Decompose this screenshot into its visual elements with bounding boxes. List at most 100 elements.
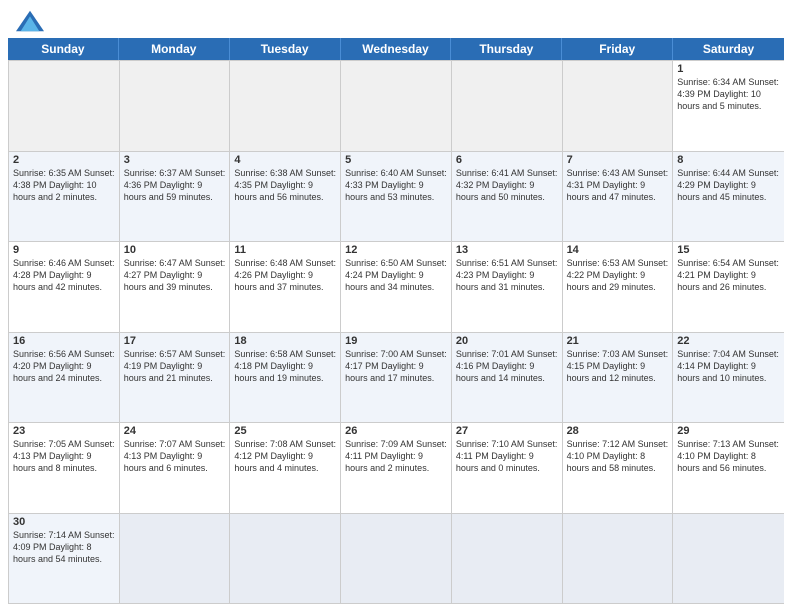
day-header-sunday: Sunday bbox=[8, 38, 119, 60]
day-cell-4: 4Sunrise: 6:38 AM Sunset: 4:35 PM Daylig… bbox=[230, 152, 341, 242]
day-cell-22: 22Sunrise: 7:04 AM Sunset: 4:14 PM Dayli… bbox=[673, 333, 784, 423]
day-cell-14: 14Sunrise: 6:53 AM Sunset: 4:22 PM Dayli… bbox=[563, 242, 674, 332]
day-cell-empty bbox=[230, 514, 341, 604]
day-cell-empty bbox=[673, 514, 784, 604]
day-info: Sunrise: 6:37 AM Sunset: 4:36 PM Dayligh… bbox=[124, 167, 226, 203]
day-number: 5 bbox=[345, 154, 447, 166]
day-cell-7: 7Sunrise: 6:43 AM Sunset: 4:31 PM Daylig… bbox=[563, 152, 674, 242]
day-number: 1 bbox=[677, 63, 780, 75]
day-info: Sunrise: 6:48 AM Sunset: 4:26 PM Dayligh… bbox=[234, 257, 336, 293]
logo bbox=[16, 10, 44, 32]
day-number: 7 bbox=[567, 154, 669, 166]
weeks: 1Sunrise: 6:34 AM Sunset: 4:39 PM Daylig… bbox=[8, 60, 784, 604]
day-number: 22 bbox=[677, 335, 780, 347]
day-number: 24 bbox=[124, 425, 226, 437]
day-number: 19 bbox=[345, 335, 447, 347]
day-cell-26: 26Sunrise: 7:09 AM Sunset: 4:11 PM Dayli… bbox=[341, 423, 452, 513]
day-cell-27: 27Sunrise: 7:10 AM Sunset: 4:11 PM Dayli… bbox=[452, 423, 563, 513]
day-number: 13 bbox=[456, 244, 558, 256]
day-info: Sunrise: 7:13 AM Sunset: 4:10 PM Dayligh… bbox=[677, 438, 780, 474]
day-cell-2: 2Sunrise: 6:35 AM Sunset: 4:38 PM Daylig… bbox=[9, 152, 120, 242]
day-number: 15 bbox=[677, 244, 780, 256]
day-header-thursday: Thursday bbox=[451, 38, 562, 60]
day-info: Sunrise: 6:50 AM Sunset: 4:24 PM Dayligh… bbox=[345, 257, 447, 293]
day-cell-11: 11Sunrise: 6:48 AM Sunset: 4:26 PM Dayli… bbox=[230, 242, 341, 332]
day-cell-8: 8Sunrise: 6:44 AM Sunset: 4:29 PM Daylig… bbox=[673, 152, 784, 242]
day-number: 21 bbox=[567, 335, 669, 347]
day-cell-18: 18Sunrise: 6:58 AM Sunset: 4:18 PM Dayli… bbox=[230, 333, 341, 423]
day-info: Sunrise: 6:46 AM Sunset: 4:28 PM Dayligh… bbox=[13, 257, 115, 293]
day-info: Sunrise: 7:05 AM Sunset: 4:13 PM Dayligh… bbox=[13, 438, 115, 474]
week-row: 2Sunrise: 6:35 AM Sunset: 4:38 PM Daylig… bbox=[9, 151, 784, 242]
day-number: 28 bbox=[567, 425, 669, 437]
day-info: Sunrise: 6:34 AM Sunset: 4:39 PM Dayligh… bbox=[677, 76, 780, 112]
day-cell-empty bbox=[341, 514, 452, 604]
day-header-monday: Monday bbox=[119, 38, 230, 60]
app-container: SundayMondayTuesdayWednesdayThursdayFrid… bbox=[0, 0, 792, 612]
day-info: Sunrise: 7:04 AM Sunset: 4:14 PM Dayligh… bbox=[677, 348, 780, 384]
day-info: Sunrise: 6:51 AM Sunset: 4:23 PM Dayligh… bbox=[456, 257, 558, 293]
header bbox=[0, 0, 792, 38]
calendar: SundayMondayTuesdayWednesdayThursdayFrid… bbox=[0, 38, 792, 612]
day-info: Sunrise: 7:01 AM Sunset: 4:16 PM Dayligh… bbox=[456, 348, 558, 384]
day-cell-12: 12Sunrise: 6:50 AM Sunset: 4:24 PM Dayli… bbox=[341, 242, 452, 332]
day-info: Sunrise: 6:56 AM Sunset: 4:20 PM Dayligh… bbox=[13, 348, 115, 384]
day-number: 14 bbox=[567, 244, 669, 256]
day-cell-empty bbox=[230, 61, 341, 151]
day-cell-empty bbox=[452, 61, 563, 151]
day-number: 25 bbox=[234, 425, 336, 437]
day-number: 3 bbox=[124, 154, 226, 166]
day-cell-empty bbox=[563, 514, 674, 604]
day-cell-3: 3Sunrise: 6:37 AM Sunset: 4:36 PM Daylig… bbox=[120, 152, 231, 242]
day-number: 2 bbox=[13, 154, 115, 166]
day-number: 9 bbox=[13, 244, 115, 256]
day-cell-6: 6Sunrise: 6:41 AM Sunset: 4:32 PM Daylig… bbox=[452, 152, 563, 242]
day-info: Sunrise: 7:12 AM Sunset: 4:10 PM Dayligh… bbox=[567, 438, 669, 474]
day-cell-empty bbox=[120, 514, 231, 604]
day-info: Sunrise: 7:07 AM Sunset: 4:13 PM Dayligh… bbox=[124, 438, 226, 474]
day-cell-empty bbox=[120, 61, 231, 151]
day-info: Sunrise: 6:38 AM Sunset: 4:35 PM Dayligh… bbox=[234, 167, 336, 203]
day-info: Sunrise: 6:43 AM Sunset: 4:31 PM Dayligh… bbox=[567, 167, 669, 203]
day-header-friday: Friday bbox=[562, 38, 673, 60]
day-number: 8 bbox=[677, 154, 780, 166]
day-cell-empty bbox=[452, 514, 563, 604]
day-info: Sunrise: 7:09 AM Sunset: 4:11 PM Dayligh… bbox=[345, 438, 447, 474]
day-number: 11 bbox=[234, 244, 336, 256]
day-cell-28: 28Sunrise: 7:12 AM Sunset: 4:10 PM Dayli… bbox=[563, 423, 674, 513]
day-cell-17: 17Sunrise: 6:57 AM Sunset: 4:19 PM Dayli… bbox=[120, 333, 231, 423]
day-number: 18 bbox=[234, 335, 336, 347]
day-info: Sunrise: 7:00 AM Sunset: 4:17 PM Dayligh… bbox=[345, 348, 447, 384]
day-cell-5: 5Sunrise: 6:40 AM Sunset: 4:33 PM Daylig… bbox=[341, 152, 452, 242]
week-row: 9Sunrise: 6:46 AM Sunset: 4:28 PM Daylig… bbox=[9, 241, 784, 332]
day-cell-29: 29Sunrise: 7:13 AM Sunset: 4:10 PM Dayli… bbox=[673, 423, 784, 513]
week-row: 30Sunrise: 7:14 AM Sunset: 4:09 PM Dayli… bbox=[9, 513, 784, 604]
logo-icon bbox=[16, 10, 44, 32]
day-info: Sunrise: 6:54 AM Sunset: 4:21 PM Dayligh… bbox=[677, 257, 780, 293]
day-info: Sunrise: 6:41 AM Sunset: 4:32 PM Dayligh… bbox=[456, 167, 558, 203]
day-info: Sunrise: 7:10 AM Sunset: 4:11 PM Dayligh… bbox=[456, 438, 558, 474]
day-number: 20 bbox=[456, 335, 558, 347]
week-row: 16Sunrise: 6:56 AM Sunset: 4:20 PM Dayli… bbox=[9, 332, 784, 423]
day-cell-empty bbox=[9, 61, 120, 151]
day-cell-empty bbox=[563, 61, 674, 151]
day-cell-20: 20Sunrise: 7:01 AM Sunset: 4:16 PM Dayli… bbox=[452, 333, 563, 423]
day-info: Sunrise: 6:40 AM Sunset: 4:33 PM Dayligh… bbox=[345, 167, 447, 203]
day-number: 26 bbox=[345, 425, 447, 437]
day-info: Sunrise: 6:35 AM Sunset: 4:38 PM Dayligh… bbox=[13, 167, 115, 203]
day-header-wednesday: Wednesday bbox=[341, 38, 452, 60]
day-number: 4 bbox=[234, 154, 336, 166]
day-info: Sunrise: 7:08 AM Sunset: 4:12 PM Dayligh… bbox=[234, 438, 336, 474]
day-cell-24: 24Sunrise: 7:07 AM Sunset: 4:13 PM Dayli… bbox=[120, 423, 231, 513]
day-header-saturday: Saturday bbox=[673, 38, 784, 60]
day-info: Sunrise: 6:44 AM Sunset: 4:29 PM Dayligh… bbox=[677, 167, 780, 203]
day-cell-15: 15Sunrise: 6:54 AM Sunset: 4:21 PM Dayli… bbox=[673, 242, 784, 332]
day-info: Sunrise: 6:58 AM Sunset: 4:18 PM Dayligh… bbox=[234, 348, 336, 384]
day-cell-19: 19Sunrise: 7:00 AM Sunset: 4:17 PM Dayli… bbox=[341, 333, 452, 423]
day-number: 27 bbox=[456, 425, 558, 437]
day-cell-1: 1Sunrise: 6:34 AM Sunset: 4:39 PM Daylig… bbox=[673, 61, 784, 151]
day-header-tuesday: Tuesday bbox=[230, 38, 341, 60]
day-number: 30 bbox=[13, 516, 115, 528]
day-number: 29 bbox=[677, 425, 780, 437]
day-cell-30: 30Sunrise: 7:14 AM Sunset: 4:09 PM Dayli… bbox=[9, 514, 120, 604]
